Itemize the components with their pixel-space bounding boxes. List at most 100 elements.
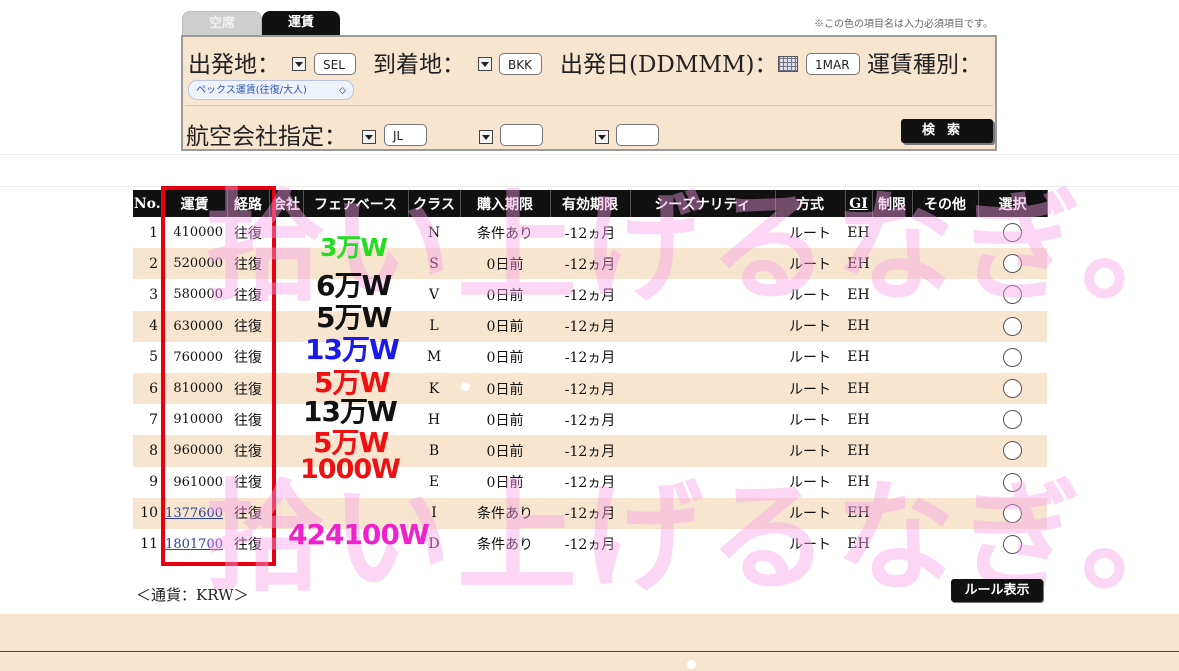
airline-2-dropdown-icon[interactable] [479, 130, 493, 144]
airline-3-dropdown-icon[interactable] [595, 130, 609, 144]
header-seasonality[interactable]: シーズナリティ [630, 190, 776, 217]
header-no: No. [133, 190, 163, 217]
destination-dropdown-icon[interactable] [478, 57, 492, 71]
airline-1-input[interactable]: JL [384, 124, 427, 146]
row-method: ルート [775, 248, 845, 280]
origin-input[interactable]: SEL [314, 53, 356, 75]
row-restrictions [872, 279, 912, 310]
row-validity: -12ヵ月 [564, 537, 616, 554]
chevron-updown-icon: ◇ [339, 86, 346, 96]
row-fare: 760000 [173, 349, 223, 365]
row-class: I [408, 497, 460, 529]
table-row: 3 580000 往復 V 0日前 -12ヵ月 ルート EH [133, 279, 1047, 310]
row-no: 11 [140, 536, 158, 553]
header-route[interactable]: 経路 [227, 190, 270, 217]
row-gi: EH [847, 536, 870, 553]
fare-link[interactable]: 1801700 [165, 537, 223, 552]
select-radio[interactable] [1003, 254, 1022, 274]
airline-3-input[interactable] [616, 124, 659, 146]
row-purchase-deadline: 0日前 [460, 248, 550, 280]
row-gi: EH [847, 474, 870, 491]
fare-link[interactable]: 1377600 [165, 506, 223, 521]
header-other[interactable]: その他 [912, 190, 979, 217]
search-panel: 出発地： SEL 到着地： BKK 出発日(DDMMM)： 1MAR 運賃種別：… [181, 35, 997, 151]
select-radio[interactable] [1003, 441, 1022, 461]
select-radio[interactable] [1003, 534, 1022, 554]
row-seasonality [630, 372, 775, 405]
row-airline [269, 372, 303, 405]
fare-type-select[interactable]: ペックス運賃(往復/大人) ◇ [188, 80, 354, 100]
search-button[interactable]: 検索 [901, 119, 993, 143]
row-purchase-deadline: 0日前 [460, 435, 550, 467]
row-fare: 910000 [173, 412, 223, 428]
divider [0, 154, 1179, 155]
row-select [978, 529, 1047, 560]
row-validity: -12ヵ月 [550, 310, 630, 342]
destination-input[interactable]: BKK [499, 53, 542, 75]
row-gi: EH [845, 435, 872, 467]
departure-date-input[interactable]: 1MAR [806, 53, 860, 75]
select-radio[interactable] [1003, 410, 1022, 430]
row-purchase-deadline: 0日前 [486, 475, 524, 492]
tab-fare[interactable]: 運賃 [262, 11, 340, 35]
header-class[interactable]: クラス [408, 190, 461, 217]
row-airline [269, 217, 303, 248]
calendar-icon[interactable] [778, 56, 798, 72]
select-radio[interactable] [1003, 347, 1022, 367]
row-fare-basis [303, 529, 408, 560]
header-fare-basis[interactable]: フェアベース [303, 190, 409, 217]
row-restrictions [872, 435, 912, 467]
select-radio[interactable] [1003, 503, 1022, 523]
row-other [912, 342, 978, 373]
header-fare[interactable]: 運賃 [162, 190, 228, 217]
origin-dropdown-icon[interactable] [292, 57, 306, 71]
row-class: M [426, 349, 442, 366]
row-seasonality [630, 497, 775, 529]
select-radio[interactable] [1003, 285, 1022, 305]
select-radio[interactable] [1003, 223, 1022, 243]
select-radio[interactable] [1003, 379, 1022, 399]
row-restrictions [872, 248, 912, 280]
row-method: ルート [789, 412, 831, 429]
row-method: ルート [789, 350, 831, 367]
row-no: 10 [133, 497, 162, 529]
header-purchase-deadline[interactable]: 購入期限 [460, 190, 551, 217]
table-row: 1 410000 往復 N 条件あり -12ヵ月 ルート EH [133, 217, 1047, 248]
row-other [912, 372, 978, 405]
airline-1-dropdown-icon[interactable] [362, 130, 376, 144]
row-validity: -12ヵ月 [550, 497, 630, 529]
row-airline [269, 342, 303, 373]
row-restrictions [872, 497, 912, 529]
header-validity[interactable]: 有効期限 [550, 190, 631, 217]
row-other [912, 467, 978, 498]
row-validity: -12ヵ月 [564, 350, 616, 367]
row-select [978, 467, 1047, 498]
row-other [912, 217, 978, 248]
row-select [978, 248, 1047, 280]
row-airline [269, 467, 303, 498]
header-restrictions[interactable]: 制限 [872, 190, 913, 217]
select-radio[interactable] [1003, 316, 1022, 336]
table-row: 11 1801700 往復 D 条件あり -12ヵ月 ルート EH [133, 529, 1047, 560]
panel-divider [185, 105, 993, 106]
row-gi: EH [847, 411, 870, 428]
row-fare: 1801700 [162, 529, 227, 560]
row-select [978, 279, 1047, 310]
header-method[interactable]: 方式 [775, 190, 846, 217]
row-select [978, 342, 1047, 373]
row-no: 9 [149, 474, 158, 491]
header-gi-link[interactable]: GI [845, 190, 873, 217]
row-other [912, 310, 978, 342]
airline-2-input[interactable] [500, 124, 543, 146]
rule-display-button[interactable]: ルール表示 [951, 579, 1043, 602]
header-airline[interactable]: 会社 [269, 190, 304, 217]
row-no: 2 [133, 248, 162, 280]
select-radio[interactable] [1003, 472, 1022, 492]
row-fare: 580000 [173, 287, 223, 303]
tab-availability[interactable]: 空席 [182, 11, 262, 36]
row-method: ルート [775, 435, 845, 467]
row-seasonality [630, 404, 775, 435]
row-fare-basis [303, 404, 408, 435]
row-route: 往復 [227, 372, 269, 405]
row-no: 3 [149, 286, 158, 303]
